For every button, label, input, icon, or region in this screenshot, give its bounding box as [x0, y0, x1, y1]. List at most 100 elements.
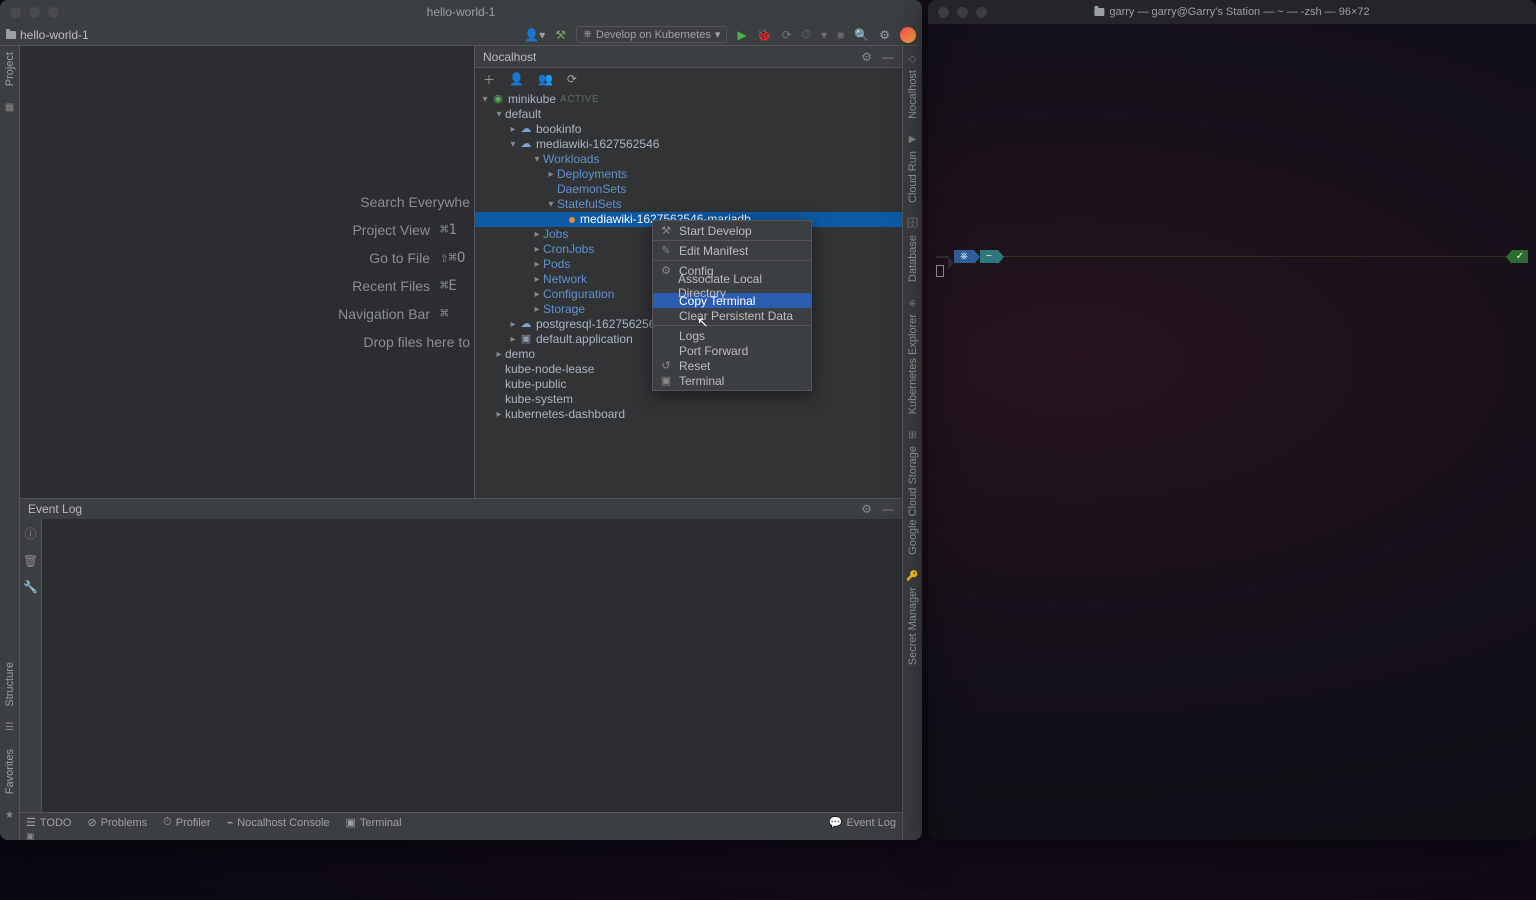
- secret-manager-tool-tab[interactable]: Secret Manager: [907, 587, 919, 665]
- terminal-cursor: [936, 265, 944, 277]
- gear-icon[interactable]: ⚙: [861, 50, 872, 64]
- database-tool-icon[interactable]: 🗄: [906, 217, 920, 231]
- secret-manager-tool-icon[interactable]: 🔑: [906, 569, 920, 583]
- minimize-panel-icon[interactable]: —: [882, 50, 894, 64]
- menu-separator: [653, 240, 811, 241]
- user-icon[interactable]: 👤: [509, 72, 524, 86]
- terminal-prompt: ⎈ ~ ✓: [936, 250, 1528, 263]
- structure-tool-icon[interactable]: ☰: [3, 721, 17, 735]
- status-dot-icon: [569, 217, 575, 223]
- event-log-content: [42, 519, 902, 812]
- run-icon[interactable]: ▶: [737, 28, 746, 42]
- run-config-dropdown[interactable]: ⎈ Develop on Kubernetes ▾: [576, 26, 727, 43]
- hammer-icon: ⚒: [659, 224, 673, 237]
- favorites-tool-tab[interactable]: Favorites: [4, 749, 16, 794]
- user-menu-icon[interactable]: 👤▾: [524, 28, 545, 42]
- tree-namespace[interactable]: ▾default: [475, 107, 902, 122]
- nocalhost-tool-tab[interactable]: Nocalhost: [907, 70, 919, 119]
- tree-ns-kube-system[interactable]: kube-system: [475, 392, 902, 407]
- window-zoom-icon[interactable]: [976, 7, 987, 18]
- sb-event-log[interactable]: 💬Event Log: [829, 816, 896, 829]
- terminal-icon: ▣: [659, 374, 673, 387]
- terminal-titlebar[interactable]: garry — garry@Garry's Station — ~ — -zsh…: [928, 0, 1536, 24]
- k8s-explorer-tool-icon[interactable]: ⎈: [906, 296, 920, 310]
- trash-icon[interactable]: 🗑: [23, 554, 38, 568]
- window-close-icon[interactable]: [938, 7, 949, 18]
- empty-editor-placeholder: Search Everywhe Project View⌘1 Go to Fil…: [20, 46, 474, 498]
- cm-reset[interactable]: ↺Reset: [653, 358, 811, 373]
- minimize-panel-icon[interactable]: —: [882, 502, 894, 516]
- search-everywhere-icon[interactable]: [900, 27, 916, 43]
- project-dropdown[interactable]: hello-world-1: [6, 28, 89, 42]
- more-run-icon[interactable]: ▾: [821, 28, 827, 42]
- database-tool-tab[interactable]: Database: [907, 235, 919, 282]
- cm-edit-manifest[interactable]: ✎Edit Manifest: [653, 243, 811, 258]
- event-log-title: Event Log: [28, 502, 82, 516]
- reset-icon: ↺: [659, 359, 673, 372]
- tree-statefulsets[interactable]: ▾StatefulSets: [475, 197, 902, 212]
- profile-icon[interactable]: ⏱: [802, 27, 811, 42]
- sb-todo[interactable]: ☰TODO: [26, 816, 71, 829]
- structure-tool-tab[interactable]: Structure: [4, 662, 16, 707]
- context-menu[interactable]: ⚒Start Develop ✎Edit Manifest ⚙Config As…: [652, 220, 812, 391]
- info-icon[interactable]: ⓘ: [24, 525, 36, 542]
- search-icon[interactable]: 🔍: [854, 28, 869, 42]
- k8s-explorer-tool-tab[interactable]: Kubernetes Explorer: [907, 314, 919, 414]
- tree-ns-k8s-dashboard[interactable]: ▸kubernetes-dashboard: [475, 407, 902, 422]
- add-icon[interactable]: ＋: [483, 71, 495, 88]
- placeholder-text: Search Everywhe: [360, 194, 470, 210]
- cm-clear-persistent-data[interactable]: Clear Persistent Data: [653, 308, 811, 323]
- cloud-run-tool-icon[interactable]: ▶: [906, 133, 920, 147]
- window-zoom-icon[interactable]: [48, 7, 59, 18]
- sb-terminal[interactable]: ▣Terminal: [346, 816, 402, 829]
- cm-logs[interactable]: Logs: [653, 328, 811, 343]
- sb-problems[interactable]: ⊘Problems: [87, 816, 147, 829]
- cluster-status-icon: ◉: [491, 92, 505, 107]
- tree-app-bookinfo[interactable]: ▸☁ bookinfo: [475, 122, 902, 137]
- ide-window: hello-world-1 hello-world-1 👤▾ ⚒ ⎈ Devel…: [0, 0, 922, 840]
- cm-associate-local-dir[interactable]: Associate Local Directory: [653, 278, 811, 293]
- cm-terminal[interactable]: ▣Terminal: [653, 373, 811, 388]
- status-corner-icon[interactable]: ▣: [26, 831, 35, 841]
- status-bar: ☰TODO ⊘Problems ⏱Profiler ⌁Nocalhost Con…: [20, 812, 902, 832]
- window-minimize-icon[interactable]: [957, 7, 968, 18]
- tree-app-mediawiki[interactable]: ▾☁ mediawiki-1627562546: [475, 137, 902, 152]
- menu-separator: [653, 325, 811, 326]
- cm-port-forward[interactable]: Port Forward: [653, 343, 811, 358]
- hammer-icon[interactable]: ⚒: [555, 28, 566, 42]
- gcs-tool-icon[interactable]: ⊞: [906, 428, 920, 442]
- terminal-body[interactable]: ⎈ ~ ✓: [928, 24, 1536, 840]
- refresh-icon[interactable]: ⟳: [567, 72, 577, 86]
- window-close-icon[interactable]: [10, 7, 21, 18]
- users-icon[interactable]: 👥: [538, 72, 553, 86]
- coverage-icon[interactable]: ⟳: [782, 28, 792, 42]
- settings-icon[interactable]: ⚙: [879, 28, 890, 42]
- stop-icon[interactable]: ■: [837, 28, 844, 42]
- nocalhost-title: Nocalhost: [483, 50, 536, 64]
- cube-icon: ▣: [519, 332, 533, 347]
- kubernetes-icon: ⎈: [583, 28, 592, 41]
- debug-icon[interactable]: 🐞: [757, 28, 772, 42]
- window-minimize-icon[interactable]: [29, 7, 40, 18]
- folder-icon: [6, 31, 16, 39]
- tree-daemonsets[interactable]: DaemonSets: [475, 182, 902, 197]
- gear-icon: ⚙: [659, 264, 673, 277]
- ide-titlebar[interactable]: hello-world-1: [0, 0, 922, 24]
- tree-cluster[interactable]: ▾◉ minikube ACTIVE: [475, 92, 902, 107]
- favorites-tool-icon[interactable]: ★: [3, 808, 17, 822]
- wrench-icon[interactable]: 🔧: [23, 580, 38, 594]
- sb-profiler[interactable]: ⏱Profiler: [163, 816, 210, 829]
- prompt-fill: [1004, 256, 1506, 257]
- menu-separator: [653, 260, 811, 261]
- project-tool-icon[interactable]: ▦: [3, 100, 17, 114]
- gcs-tool-tab[interactable]: Google Cloud Storage: [907, 446, 919, 555]
- gear-icon[interactable]: ⚙: [861, 502, 872, 516]
- tree-deployments[interactable]: ▸Deployments: [475, 167, 902, 182]
- cm-start-develop[interactable]: ⚒Start Develop: [653, 223, 811, 238]
- cloud-run-tool-tab[interactable]: Cloud Run: [907, 151, 919, 203]
- ide-toolbar: hello-world-1 👤▾ ⚒ ⎈ Develop on Kubernet…: [0, 24, 922, 46]
- tree-workloads[interactable]: ▾Workloads: [475, 152, 902, 167]
- nocalhost-tool-icon[interactable]: ◇: [906, 52, 920, 66]
- project-tool-tab[interactable]: Project: [4, 52, 16, 86]
- sb-nocalhost-console[interactable]: ⌁Nocalhost Console: [227, 816, 330, 829]
